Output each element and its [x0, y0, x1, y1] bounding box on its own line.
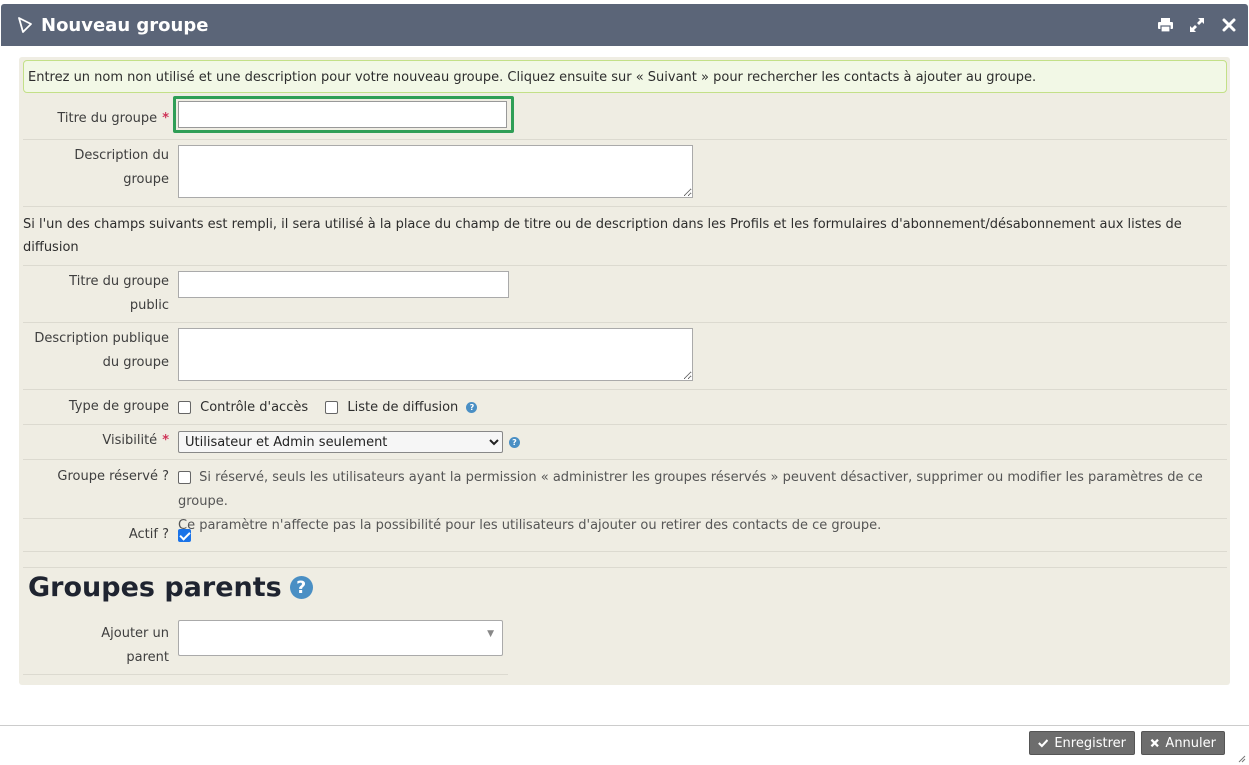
- required-marker: *: [162, 111, 169, 126]
- save-button[interactable]: Enregistrer: [1029, 731, 1135, 755]
- visibility-label: Visibilité *: [102, 433, 169, 448]
- row-public-description: Description publique du groupe: [23, 323, 1227, 390]
- print-icon[interactable]: [1156, 16, 1174, 34]
- access-control-label: Contrôle d'accès: [200, 400, 309, 415]
- cancel-button[interactable]: Annuler: [1141, 731, 1225, 755]
- row-note-divider: [23, 207, 1227, 266]
- visibility-select[interactable]: Utilisateur et Admin seulement: [178, 431, 503, 453]
- mailing-list-label: Liste de diffusion: [347, 400, 459, 415]
- parents-heading: Groupes parents ?: [28, 572, 313, 603]
- description-textarea[interactable]: [178, 145, 693, 198]
- public-description-label: Description publique du groupe: [34, 331, 169, 370]
- maximize-icon[interactable]: [1188, 16, 1206, 34]
- civi-logo-icon: [17, 16, 35, 34]
- resize-grip-icon[interactable]: [1236, 753, 1246, 763]
- title-input-focus-ring: [173, 96, 514, 133]
- description-label: Description du groupe: [74, 148, 169, 187]
- title-label: Titre du groupe *: [57, 111, 169, 126]
- add-parent-label: Ajouter un parent: [101, 626, 169, 665]
- row-description: Description du groupe: [23, 140, 1227, 207]
- mailing-list-checkbox[interactable]: [325, 401, 339, 414]
- cancel-label: Annuler: [1165, 735, 1216, 751]
- row-add-parent: Ajouter un parent ▼: [23, 617, 508, 675]
- help-message: Entrez un nom non utilisé et une descrip…: [23, 60, 1227, 93]
- dialog-content: Entrez un nom non utilisé et une descrip…: [19, 57, 1230, 685]
- help-icon[interactable]: ?: [509, 436, 520, 448]
- help-icon[interactable]: ?: [466, 402, 478, 413]
- chevron-down-icon: ▼: [487, 629, 494, 639]
- title-input[interactable]: [178, 101, 507, 128]
- help-icon[interactable]: ?: [289, 576, 313, 599]
- row-active: Actif ?: [23, 519, 1227, 552]
- add-parent-combobox[interactable]: ▼: [178, 620, 503, 656]
- row-reserved: Groupe réservé ? Si réservé, seuls les u…: [23, 460, 1227, 533]
- footer-divider: [0, 725, 1249, 726]
- active-checkbox[interactable]: [178, 529, 191, 542]
- public-title-input[interactable]: [178, 271, 509, 298]
- row-visibility: Visibilité * Utilisateur et Admin seuleme…: [23, 425, 1227, 460]
- public-title-label: Titre du groupe public: [69, 274, 169, 313]
- times-icon: [1150, 738, 1159, 748]
- close-icon[interactable]: [1220, 16, 1238, 34]
- dialog-title: Nouveau groupe: [41, 14, 209, 36]
- dialog-titlebar: Nouveau groupe: [1, 4, 1248, 46]
- reserved-label: Groupe réservé ?: [57, 469, 169, 484]
- check-icon: [1038, 739, 1049, 748]
- save-label: Enregistrer: [1054, 735, 1126, 751]
- row-spacer: [23, 552, 1227, 568]
- active-label: Actif ?: [128, 527, 169, 542]
- row-group-type: Type de groupe Contrôle d'accès Liste de…: [23, 390, 1227, 425]
- access-control-checkbox[interactable]: [178, 401, 191, 414]
- reserved-checkbox[interactable]: [178, 471, 191, 484]
- row-public-title: Titre du groupe public: [23, 266, 1227, 323]
- public-description-textarea[interactable]: [178, 328, 693, 381]
- reserved-description: Si réservé, seuls les utilisateurs ayant…: [178, 470, 1203, 509]
- required-marker: *: [162, 433, 169, 448]
- group-type-label: Type de groupe: [68, 399, 169, 414]
- row-title: Titre du groupe *: [23, 96, 1227, 140]
